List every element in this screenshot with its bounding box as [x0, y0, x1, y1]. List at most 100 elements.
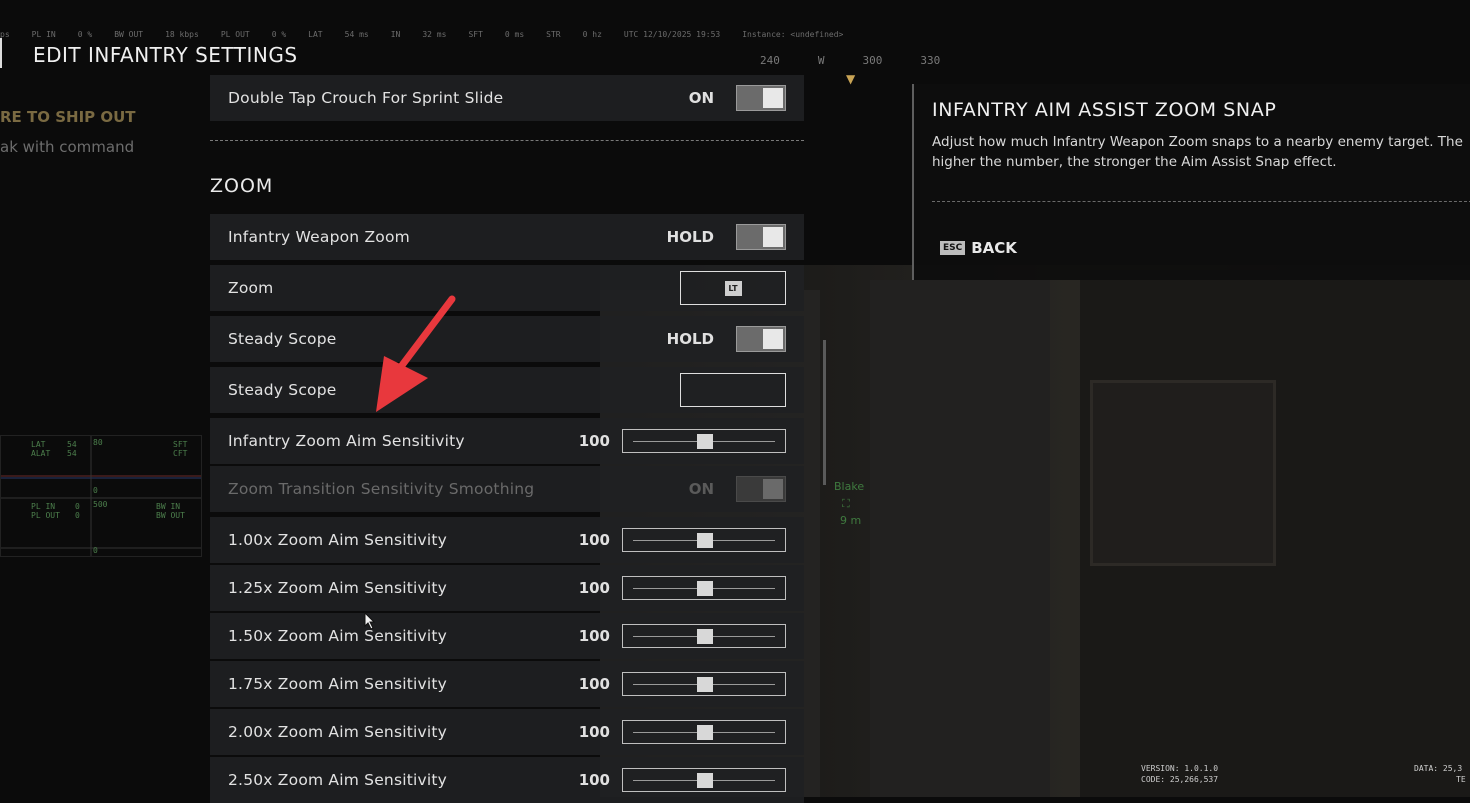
setting-row[interactable]: Infantry Weapon Zoom HOLD	[210, 214, 804, 260]
scrollbar[interactable]	[823, 340, 826, 485]
setting-row[interactable]: 2.00x Zoom Aim Sensitivity 100	[210, 709, 804, 755]
version-info: VERSION: 1.0.1.0 CODE: 25,266,537	[1141, 763, 1218, 785]
compass-marker-icon: ▼	[846, 72, 856, 86]
setting-value: ON	[688, 89, 714, 107]
graph-label: PL OUT	[31, 511, 60, 520]
toggle-knob	[763, 88, 783, 108]
sensitivity-slider[interactable]	[622, 624, 786, 648]
setting-row[interactable]: Steady Scope	[210, 367, 804, 413]
network-stat-item: 0 %	[271, 30, 287, 39]
setting-row[interactable]: 2.50x Zoom Aim Sensitivity 100	[210, 757, 804, 803]
network-stat-item: 0 hz	[582, 30, 602, 39]
network-stat-item: SFT	[468, 30, 483, 39]
toggle-switch[interactable]	[736, 85, 786, 111]
section-title-zoom: ZOOM	[210, 175, 274, 197]
graph-label: CFT	[173, 449, 188, 458]
network-stat-item: 32 ms	[422, 30, 447, 39]
network-stat-item: PL OUT	[220, 30, 250, 39]
setting-value: HOLD	[666, 228, 714, 246]
sensitivity-slider[interactable]	[622, 672, 786, 696]
setting-row[interactable]: Zoom LT	[210, 265, 804, 311]
sensitivity-slider[interactable]	[622, 576, 786, 600]
setting-label: Infantry Zoom Aim Sensitivity	[228, 432, 465, 450]
scene-door	[870, 280, 1050, 797]
setting-label: 2.00x Zoom Aim Sensitivity	[228, 723, 448, 741]
graph-label: ALAT	[31, 449, 51, 458]
setting-row[interactable]: 1.25x Zoom Aim Sensitivity 100	[210, 565, 804, 611]
slider-value: 100	[578, 579, 610, 597]
setting-value: HOLD	[666, 330, 714, 348]
compass: 240 W 300 330	[760, 54, 1000, 70]
compass-tick: W	[817, 54, 825, 67]
slider-value: 100	[578, 627, 610, 645]
data-info: DATA: 25,3 TE	[1414, 763, 1466, 785]
toggle-switch	[736, 476, 786, 502]
deploy-status-text: RE TO SHIP OUT	[0, 108, 136, 126]
setting-label: Infantry Weapon Zoom	[228, 228, 410, 246]
setting-label: Zoom Transition Sensitivity Smoothing	[228, 480, 535, 498]
setting-row[interactable]: Steady Scope HOLD	[210, 316, 804, 362]
setting-label: 1.50x Zoom Aim Sensitivity	[228, 627, 448, 645]
slider-value: 100	[578, 531, 610, 549]
trigger-lt-icon: LT	[724, 280, 742, 296]
setting-row[interactable]: 1.75x Zoom Aim Sensitivity 100	[210, 661, 804, 707]
setting-row[interactable]: 1.00x Zoom Aim Sensitivity 100	[210, 517, 804, 563]
keybind-button[interactable]: LT	[680, 271, 786, 305]
sensitivity-slider[interactable]	[622, 429, 786, 453]
setting-value: ON	[688, 480, 714, 498]
setting-label: 1.75x Zoom Aim Sensitivity	[228, 675, 448, 693]
info-panel: INFANTRY AIM ASSIST ZOOM SNAP Adjust how…	[912, 84, 1470, 280]
graph-label: 54	[67, 449, 77, 458]
slider-thumb[interactable]	[697, 725, 713, 740]
title-divider	[0, 38, 2, 68]
mouse-cursor-icon	[364, 612, 376, 630]
setting-row[interactable]: 1.50x Zoom Aim Sensitivity 100	[210, 613, 804, 659]
keybind-button[interactable]	[680, 373, 786, 407]
toggle-switch[interactable]	[736, 224, 786, 250]
graph-label: SFT	[173, 440, 188, 449]
graph-label: 500	[93, 500, 108, 509]
back-label: BACK	[971, 239, 1017, 257]
slider-value: 100	[578, 771, 610, 789]
slider-thumb[interactable]	[697, 434, 713, 449]
esc-key-icon: ESC	[940, 241, 966, 255]
graph-label: 0	[75, 502, 80, 511]
graph-label: 0	[93, 546, 98, 555]
network-stat-item: 54 ms	[344, 30, 369, 39]
setting-label: 1.25x Zoom Aim Sensitivity	[228, 579, 448, 597]
info-divider	[932, 201, 1470, 202]
slider-thumb[interactable]	[697, 629, 713, 644]
graph-label: 0	[93, 486, 98, 495]
graph-label: 0	[75, 511, 80, 520]
info-title: INFANTRY AIM ASSIST ZOOM SNAP	[932, 99, 1277, 121]
setting-label: Double Tap Crouch For Sprint Slide	[228, 89, 504, 107]
graph-label: 80	[93, 438, 103, 447]
slider-thumb[interactable]	[697, 533, 713, 548]
graph-label: BW IN	[156, 502, 181, 511]
slider-thumb[interactable]	[697, 677, 713, 692]
section-divider	[210, 140, 804, 141]
back-button[interactable]: ESC BACK	[940, 239, 1017, 257]
slider-thumb[interactable]	[697, 581, 713, 596]
compass-tick: 300	[862, 54, 883, 67]
sensitivity-slider[interactable]	[622, 528, 786, 552]
slider-value: 100	[578, 432, 610, 450]
setting-row[interactable]: Infantry Zoom Aim Sensitivity 100	[210, 418, 804, 464]
info-description: Adjust how much Infantry Weapon Zoom sna…	[932, 134, 1463, 170]
sensitivity-slider[interactable]	[622, 720, 786, 744]
network-stat-item: UTC 12/10/2025 19:53	[623, 30, 721, 39]
slider-thumb[interactable]	[697, 773, 713, 788]
network-graph: LAT 54 ALAT 54 SFT CFT PL IN 0 PL OUT 0 BW IN BW OU…	[0, 435, 202, 557]
toggle-switch[interactable]	[736, 326, 786, 352]
network-stat-item: 18 kbps	[165, 30, 199, 39]
setting-row-double-tap-crouch[interactable]: Double Tap Crouch For Sprint Slide ON	[210, 75, 804, 121]
slider-value: 100	[578, 675, 610, 693]
toggle-knob	[763, 479, 783, 499]
graph-label: LAT	[31, 440, 46, 449]
player-name: Blake	[834, 480, 865, 493]
te-text: TE	[1456, 775, 1466, 784]
network-stat-item: STR	[546, 30, 561, 39]
page-title: EDIT INFANTRY SETTINGS	[33, 43, 298, 67]
sensitivity-slider[interactable]	[622, 768, 786, 792]
compass-tick: 240	[760, 54, 780, 67]
